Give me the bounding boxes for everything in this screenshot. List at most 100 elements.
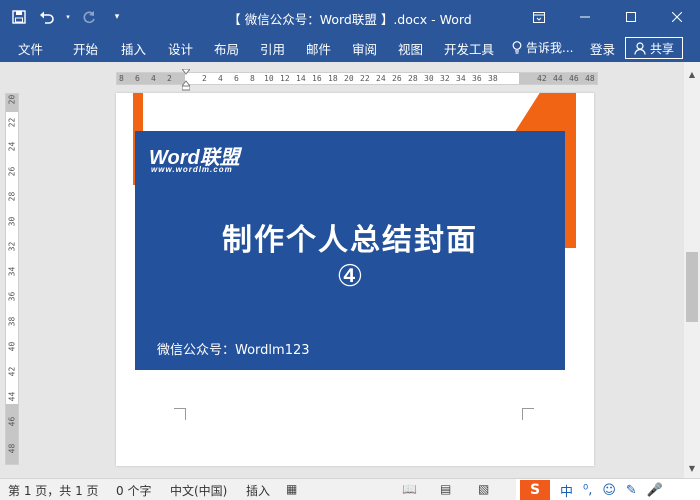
- ruler-tick: 30: [424, 74, 434, 83]
- share-button[interactable]: 共享: [625, 37, 683, 59]
- ruler-tick: 12: [280, 74, 290, 83]
- scroll-thumb[interactable]: [686, 252, 698, 322]
- maximize-icon: [626, 12, 636, 22]
- ribbon-display-button[interactable]: [516, 0, 562, 34]
- ime-handwrite-icon[interactable]: ✎: [626, 483, 637, 498]
- ruler-tick: 24: [376, 74, 386, 83]
- caret-down-icon: ▼: [688, 463, 696, 473]
- ruler-tick: 2: [202, 74, 207, 83]
- ruler-tick: 4: [218, 74, 223, 83]
- cover-logo-url: www.wordlm.com: [151, 165, 233, 174]
- vruler-tick: 26: [7, 166, 17, 177]
- scroll-up-button[interactable]: ▲: [684, 66, 700, 82]
- read-mode-icon[interactable]: 📖: [402, 482, 417, 496]
- vertical-scrollbar[interactable]: ▲ ▼: [684, 62, 700, 478]
- margin-corner-mark: [522, 408, 534, 420]
- ruler-tick: 14: [296, 74, 306, 83]
- vruler-tick: 20: [7, 94, 17, 105]
- lightbulb-icon: [512, 41, 522, 54]
- minimize-button[interactable]: [562, 0, 608, 34]
- ruler-tick: 42: [537, 74, 547, 83]
- scroll-down-button[interactable]: ▼: [684, 460, 700, 476]
- vruler-bottom-margin: [6, 404, 18, 464]
- tab-view[interactable]: 视图: [398, 39, 423, 58]
- macro-record-icon[interactable]: ▦: [286, 482, 297, 496]
- ribbon-tabs: 文件 开始 插入 设计 布局 引用 邮件 审阅 视图 开发工具 告诉我... 登…: [0, 34, 700, 62]
- ruler-tick: 16: [312, 74, 322, 83]
- page-count[interactable]: 第 1 页，共 1 页: [8, 482, 99, 499]
- ruler-tick: 36: [472, 74, 482, 83]
- vruler-tick: 24: [7, 141, 17, 152]
- vruler-tick: 34: [7, 266, 17, 277]
- ime-chinese-mode[interactable]: 中: [560, 481, 573, 500]
- vruler-tick: 30: [7, 216, 17, 227]
- sign-in-link[interactable]: 登录: [590, 39, 615, 58]
- vruler-tick: 36: [7, 291, 17, 302]
- cover-number: ④: [336, 259, 364, 294]
- tab-home[interactable]: 开始: [73, 39, 98, 58]
- insert-mode[interactable]: 插入: [246, 482, 270, 499]
- ruler-tick: 10: [264, 74, 274, 83]
- vertical-ruler[interactable]: 20 22 24 26 28 30 32 34 36 38 40 42 44 4…: [5, 93, 19, 465]
- ruler-tick: 38: [488, 74, 498, 83]
- ruler-tick: 22: [360, 74, 370, 83]
- ruler-tick: 8: [119, 74, 124, 83]
- tab-design[interactable]: 设计: [168, 39, 193, 58]
- vruler-tick: 40: [7, 341, 17, 352]
- ruler-tick: 32: [440, 74, 450, 83]
- vruler-tick: 42: [7, 366, 17, 377]
- ruler-tick: 26: [392, 74, 402, 83]
- tab-references[interactable]: 引用: [260, 39, 285, 58]
- vruler-tick: 22: [7, 117, 17, 128]
- ruler-tick: 20: [344, 74, 354, 83]
- ruler-tick: 46: [569, 74, 579, 83]
- ruler-tick: 2: [167, 74, 172, 83]
- tell-me-label: 告诉我...: [526, 41, 574, 55]
- tab-review[interactable]: 审阅: [352, 39, 377, 58]
- person-icon: [634, 41, 646, 55]
- share-label: 共享: [649, 41, 674, 56]
- close-button[interactable]: [654, 0, 700, 34]
- print-layout-icon[interactable]: ▤: [440, 482, 451, 496]
- minimize-icon: [580, 16, 590, 18]
- tab-mailings[interactable]: 邮件: [306, 39, 331, 58]
- ime-voice-icon[interactable]: 🎤: [647, 483, 663, 498]
- ruler-tick: 6: [135, 74, 140, 83]
- ruler-tick: 44: [553, 74, 563, 83]
- tab-insert[interactable]: 插入: [121, 39, 146, 58]
- sogou-ime-logo[interactable]: S: [520, 480, 550, 500]
- vruler-tick: 38: [7, 316, 17, 327]
- ruler-tick: 18: [328, 74, 338, 83]
- margin-corner-mark: [174, 408, 186, 420]
- tell-me-box[interactable]: 告诉我...: [512, 39, 573, 56]
- web-layout-icon[interactable]: ▧: [478, 482, 489, 496]
- word-count[interactable]: 0 个字: [116, 482, 151, 499]
- ruler-tick: 34: [456, 74, 466, 83]
- close-icon: [672, 12, 682, 22]
- ruler-tick: 48: [585, 74, 595, 83]
- title-bar: ▾ ▾ 【 微信公众号：Word联盟 】.docx - Word: [0, 0, 700, 34]
- ime-emoji-icon[interactable]: ☺: [602, 483, 616, 498]
- vruler-tick: 44: [7, 391, 17, 402]
- ribbon-display-icon: [533, 11, 545, 23]
- indent-marker-icon[interactable]: [182, 69, 190, 91]
- tab-developer[interactable]: 开发工具: [444, 39, 494, 58]
- tab-layout[interactable]: 布局: [214, 39, 239, 58]
- ruler-tick: 8: [250, 74, 255, 83]
- caret-up-icon: ▲: [688, 69, 696, 79]
- ime-toolbar: S 中 ⁰, ☺ ✎ 🎤: [516, 479, 700, 500]
- ruler-tick: 28: [408, 74, 418, 83]
- maximize-button[interactable]: [608, 0, 654, 34]
- vruler-tick: 28: [7, 191, 17, 202]
- ime-punctuation[interactable]: ⁰,: [583, 483, 592, 498]
- language-status[interactable]: 中文(中国): [170, 482, 227, 499]
- ruler-tick: 6: [234, 74, 239, 83]
- vruler-tick: 46: [7, 416, 17, 427]
- ruler-tick: 4: [151, 74, 156, 83]
- tab-file[interactable]: 文件: [18, 39, 43, 58]
- cover-footer-text: 微信公众号：Wordlm123: [157, 343, 310, 358]
- cover-blue-panel[interactable]: Word联盟 www.wordlm.com 制作个人总结封面 ④ 微信公众号：W…: [135, 131, 565, 370]
- status-bar: 第 1 页，共 1 页 0 个字 中文(中国) 插入 ▦ 📖 ▤ ▧ S 中 ⁰…: [0, 478, 700, 500]
- cover-title: 制作个人总结封面: [222, 223, 478, 258]
- vruler-tick: 48: [7, 443, 17, 454]
